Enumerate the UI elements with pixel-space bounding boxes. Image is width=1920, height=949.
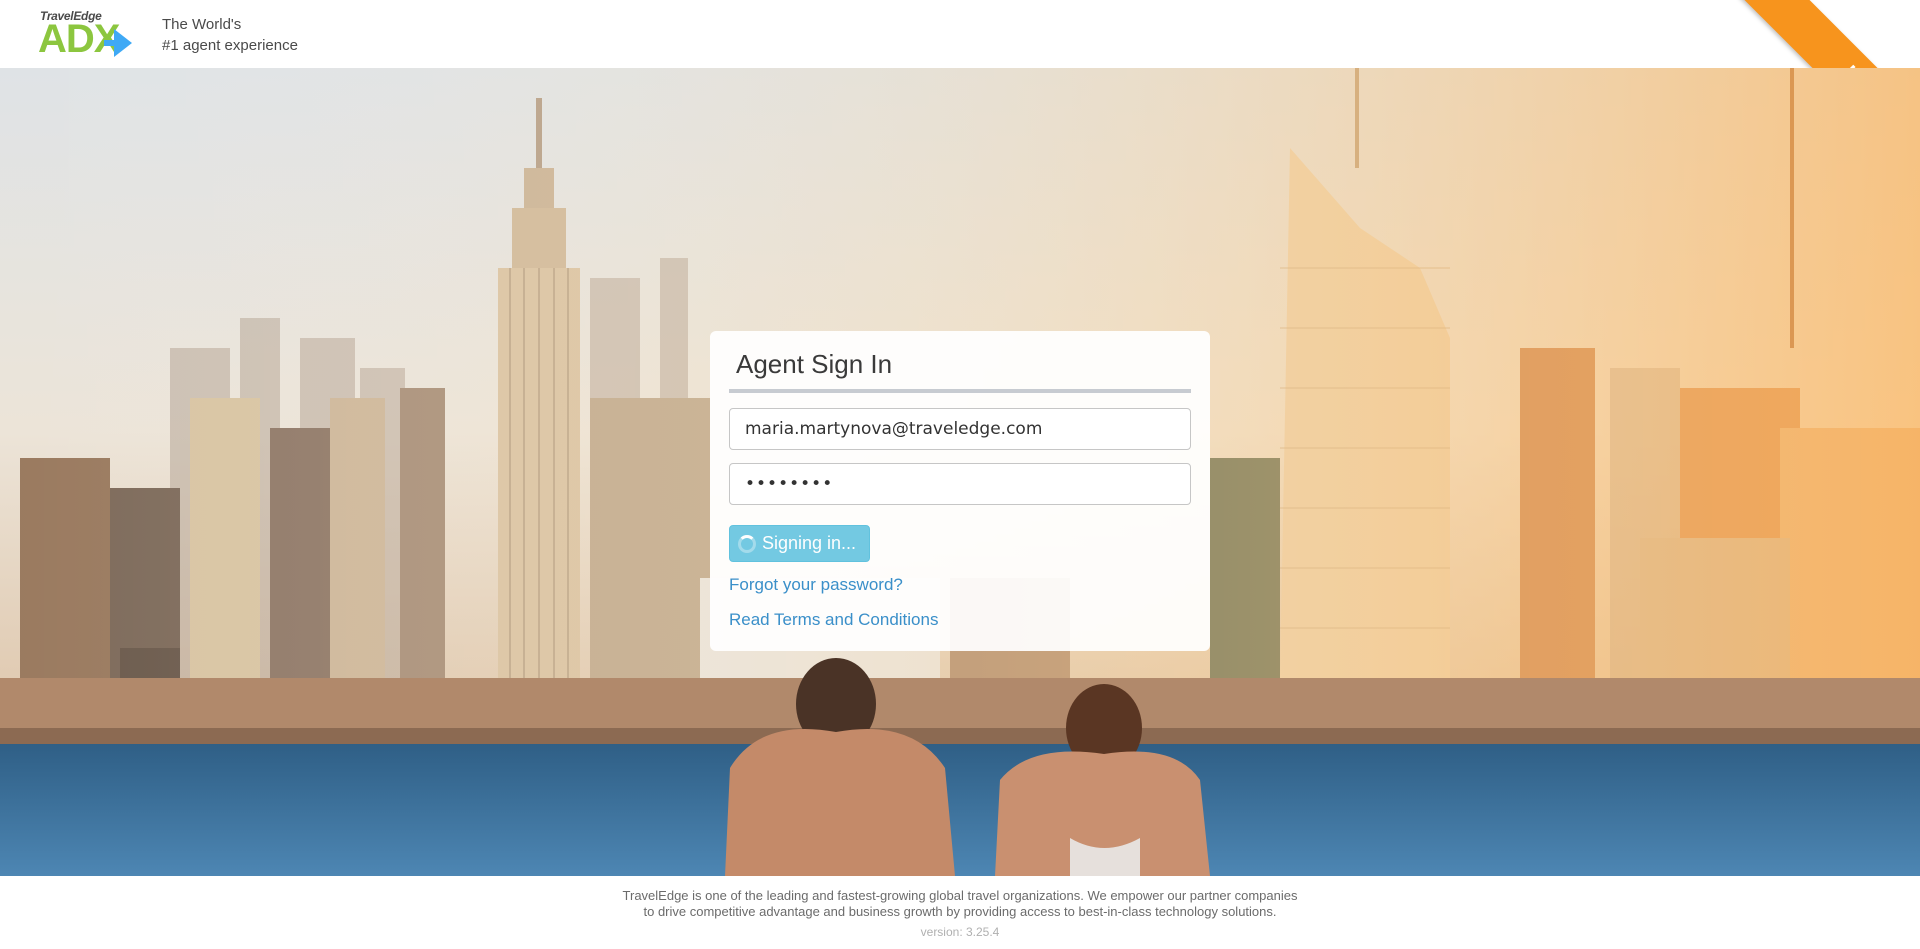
tagline-line-1: The World's [162, 16, 242, 33]
logo-brand-big: ADX [38, 17, 120, 61]
page-footer: TravelEdge is one of the leading and fas… [0, 876, 1920, 949]
email-field[interactable]: maria.martynova@traveledge.com [729, 408, 1191, 450]
title-divider [729, 389, 1191, 393]
logo-arrow-icon [114, 29, 132, 57]
sign-in-card: Agent Sign In maria.martynova@traveledge… [710, 331, 1210, 651]
password-field[interactable]: •••••••• [729, 463, 1191, 505]
traveledge-adx-logo[interactable]: TravelEdge ADX [38, 9, 143, 61]
tagline: The World's #1 agent experience [162, 14, 298, 56]
app-version: version: 3.25.4 [920, 925, 1000, 939]
top-header: TravelEdge ADX The World's #1 agent expe… [0, 0, 1920, 68]
hero-background-image: Agent Sign In maria.martynova@traveledge… [0, 68, 1920, 876]
footer-description-line-2: to drive competitive advantage and busin… [643, 904, 1277, 919]
tagline-line-2: #1 agent experience [162, 37, 298, 54]
forgot-password-link[interactable]: Forgot your password? [729, 575, 903, 595]
sign-in-button-label: Signing in... [762, 533, 857, 553]
footer-description: TravelEdge is one of the leading and fas… [0, 888, 1920, 920]
sign-in-title: Agent Sign In [736, 349, 893, 379]
footer-description-line-1: TravelEdge is one of the leading and fas… [622, 888, 1298, 903]
terms-and-conditions-link[interactable]: Read Terms and Conditions [729, 610, 938, 630]
sign-in-button[interactable]: Signing in... [729, 525, 870, 562]
loading-spinner-icon [738, 535, 756, 553]
